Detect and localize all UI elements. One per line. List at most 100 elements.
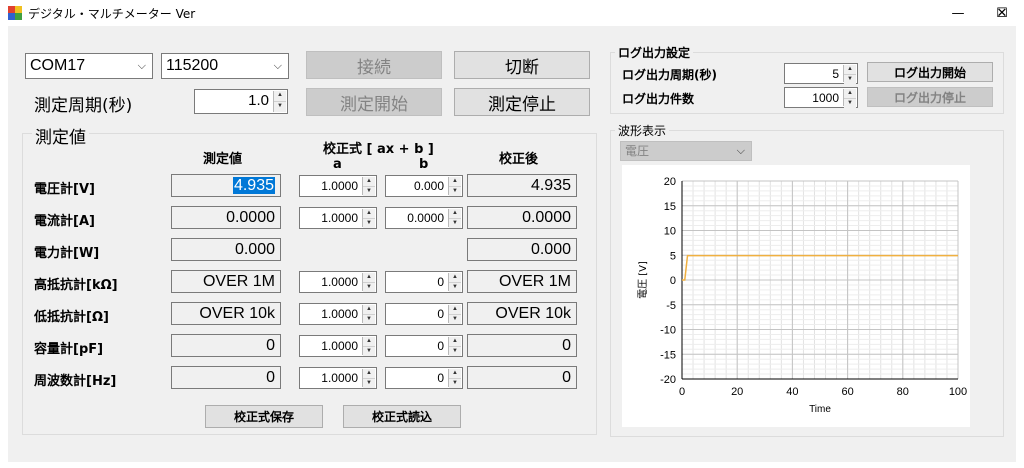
coef-a-spinner[interactable]: 1.0000 ▲ ▼ [299, 303, 377, 325]
log-period-spinner[interactable]: 5 ▲ ▼ [784, 63, 858, 84]
spin-buttons[interactable]: ▲ ▼ [448, 273, 461, 292]
up-arrow-icon[interactable]: ▲ [449, 273, 461, 283]
down-arrow-icon[interactable]: ▼ [449, 315, 461, 324]
disconnect-button[interactable]: 切断 [454, 51, 590, 79]
coef-b-spinner[interactable]: 0 ▲ ▼ [385, 303, 463, 325]
spin-buttons[interactable]: ▲ ▼ [448, 305, 461, 324]
baud-select[interactable]: 115200 ⌵ [161, 53, 289, 79]
spin-buttons[interactable]: ▲ ▼ [362, 177, 375, 196]
corrected-value-field[interactable]: OVER 1M [467, 270, 577, 293]
down-arrow-icon[interactable]: ▼ [363, 315, 375, 324]
port-select[interactable]: COM17 ⌵ [25, 53, 153, 79]
up-arrow-icon[interactable]: ▲ [363, 209, 375, 219]
interval-spinner[interactable]: 1.0 ▲ ▼ [194, 89, 288, 114]
corrected-value-field[interactable]: 0 [467, 366, 577, 389]
spin-buttons[interactable]: ▲ ▼ [448, 209, 461, 228]
spin-buttons[interactable]: ▲ ▼ [362, 305, 375, 324]
maximize-button[interactable]: ☐ [936, 0, 1008, 26]
down-arrow-icon[interactable]: ▼ [449, 379, 461, 388]
measured-value-field[interactable]: 0 [171, 334, 281, 357]
app-icon [8, 6, 22, 20]
waveform-select[interactable]: 電圧 ⌵ [620, 141, 752, 161]
spin-buttons[interactable]: ▲ ▼ [448, 369, 461, 388]
down-arrow-icon[interactable]: ▼ [844, 99, 856, 108]
down-arrow-icon[interactable]: ▼ [363, 379, 375, 388]
corrected-value-field[interactable]: 0.0000 [467, 206, 577, 229]
down-arrow-icon[interactable]: ▼ [449, 283, 461, 292]
up-arrow-icon[interactable]: ▲ [449, 209, 461, 219]
log-stop-button[interactable]: ログ出力停止 [867, 87, 993, 107]
corrected-value-field[interactable]: 4.935 [467, 174, 577, 197]
save-formula-button[interactable]: 校正式保存 [205, 405, 323, 428]
load-formula-button[interactable]: 校正式読込 [343, 405, 461, 428]
spin-buttons[interactable]: ▲ ▼ [448, 337, 461, 356]
coef-a-value: 1.0000 [321, 371, 358, 385]
measured-value-field[interactable]: 0 [171, 366, 281, 389]
down-arrow-icon[interactable]: ▼ [449, 347, 461, 356]
down-arrow-icon[interactable]: ▼ [449, 187, 461, 196]
measured-value-text: 0 [266, 369, 275, 386]
log-start-button[interactable]: ログ出力開始 [867, 62, 993, 82]
chevron-down-icon: ⌵ [736, 145, 745, 157]
coef-b-spinner[interactable]: 0.000 ▲ ▼ [385, 175, 463, 197]
measured-value-field[interactable]: 0.000 [171, 238, 281, 261]
coef-a-spinner[interactable]: 1.0000 ▲ ▼ [299, 367, 377, 389]
measured-value-text: 0.0000 [226, 209, 275, 226]
down-arrow-icon[interactable]: ▼ [274, 102, 286, 112]
coef-a-value: 1.0000 [321, 211, 358, 225]
up-arrow-icon[interactable]: ▲ [449, 305, 461, 315]
up-arrow-icon[interactable]: ▲ [363, 273, 375, 283]
close-button[interactable]: ✕ [980, 0, 1024, 26]
up-arrow-icon[interactable]: ▲ [363, 337, 375, 347]
coef-a-spinner[interactable]: 1.0000 ▲ ▼ [299, 335, 377, 357]
up-arrow-icon[interactable]: ▲ [449, 177, 461, 187]
corrected-value-field[interactable]: OVER 10k [467, 302, 577, 325]
down-arrow-icon[interactable]: ▼ [844, 75, 856, 84]
start-measure-button[interactable]: 測定開始 [306, 88, 442, 116]
up-arrow-icon[interactable]: ▲ [449, 337, 461, 347]
up-arrow-icon[interactable]: ▲ [844, 89, 856, 99]
x-tick-label: 80 [897, 386, 909, 398]
corrected-value-field[interactable]: 0 [467, 334, 577, 357]
y-tick-label: 20 [664, 176, 676, 188]
coef-a-value: 1.0000 [321, 179, 358, 193]
coef-a-spinner[interactable]: 1.0000 ▲ ▼ [299, 175, 377, 197]
spin-buttons[interactable]: ▲ ▼ [448, 177, 461, 196]
coef-b-spinner[interactable]: 0 ▲ ▼ [385, 271, 463, 293]
spin-buttons[interactable]: ▲ ▼ [362, 337, 375, 356]
corrected-value-field[interactable]: 0.000 [467, 238, 577, 261]
down-arrow-icon[interactable]: ▼ [363, 283, 375, 292]
up-arrow-icon[interactable]: ▲ [449, 369, 461, 379]
up-arrow-icon[interactable]: ▲ [274, 91, 286, 102]
measured-value-text: 4.935 [232, 177, 275, 194]
coef-b-value: 0.000 [413, 179, 444, 193]
up-arrow-icon[interactable]: ▲ [363, 305, 375, 315]
down-arrow-icon[interactable]: ▼ [363, 219, 375, 228]
down-arrow-icon[interactable]: ▼ [449, 219, 461, 228]
spin-buttons[interactable]: ▲ ▼ [843, 65, 856, 84]
measured-value-field[interactable]: OVER 10k [171, 302, 281, 325]
up-arrow-icon[interactable]: ▲ [363, 177, 375, 187]
coef-a-spinner[interactable]: 1.0000 ▲ ▼ [299, 207, 377, 229]
spin-buttons[interactable]: ▲ ▼ [273, 91, 286, 112]
up-arrow-icon[interactable]: ▲ [363, 369, 375, 379]
spin-buttons[interactable]: ▲ ▼ [362, 209, 375, 228]
y-tick-label: 5 [670, 250, 676, 262]
stop-measure-button[interactable]: 測定停止 [454, 88, 590, 116]
spin-buttons[interactable]: ▲ ▼ [362, 273, 375, 292]
measured-value-field[interactable]: OVER 1M [171, 270, 281, 293]
coef-b-spinner[interactable]: 0 ▲ ▼ [385, 335, 463, 357]
up-arrow-icon[interactable]: ▲ [844, 65, 856, 75]
coef-b-spinner[interactable]: 0.0000 ▲ ▼ [385, 207, 463, 229]
spin-buttons[interactable]: ▲ ▼ [843, 89, 856, 108]
connect-button[interactable]: 接続 [306, 51, 442, 79]
measured-value-field[interactable]: 0.0000 [171, 206, 281, 229]
down-arrow-icon[interactable]: ▼ [363, 347, 375, 356]
coef-a-spinner[interactable]: 1.0000 ▲ ▼ [299, 271, 377, 293]
measured-value-field[interactable]: 4.935 [171, 174, 281, 197]
log-count-spinner[interactable]: 1000 ▲ ▼ [784, 87, 858, 108]
coef-b-spinner[interactable]: 0 ▲ ▼ [385, 367, 463, 389]
measured-value-text: OVER 1M [202, 273, 275, 290]
spin-buttons[interactable]: ▲ ▼ [362, 369, 375, 388]
down-arrow-icon[interactable]: ▼ [363, 187, 375, 196]
